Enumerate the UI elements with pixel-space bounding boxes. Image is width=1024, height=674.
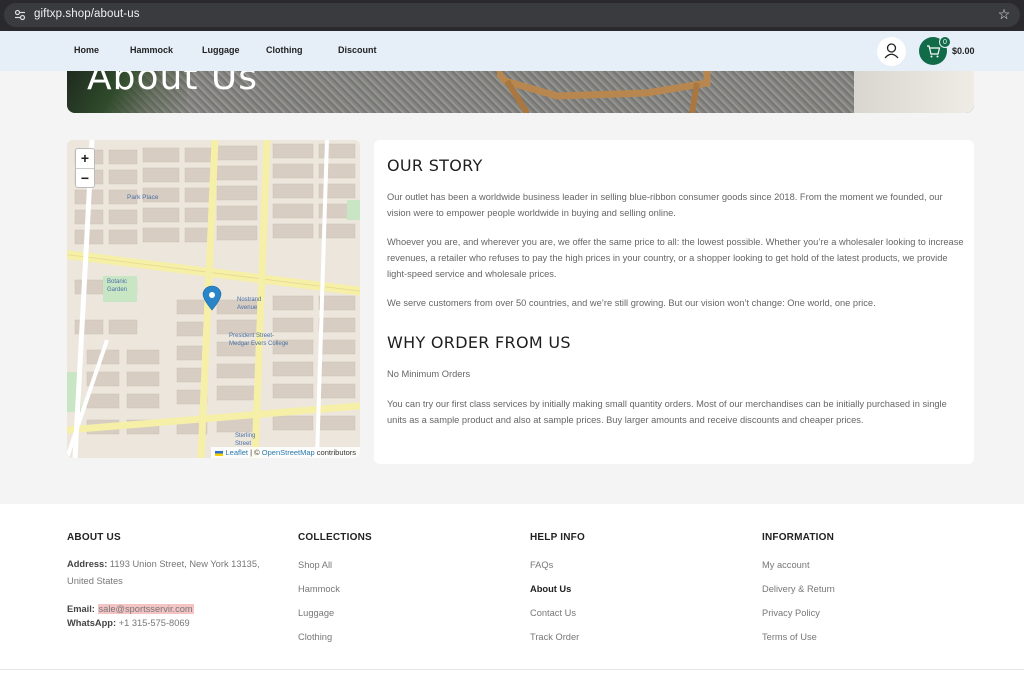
- about-story-card: OUR STORY Our outlet has been a worldwid…: [374, 140, 974, 464]
- footer-help-column: HELP INFO FAQs About Us Contact Us Track…: [530, 532, 585, 642]
- footer-link-my-account[interactable]: My account: [762, 560, 810, 570]
- cart-total[interactable]: $0.00: [952, 46, 975, 56]
- footer-link-clothing[interactable]: Clothing: [298, 632, 332, 642]
- nav-item-discount[interactable]: Discount: [338, 45, 377, 55]
- story-paragraph-2: Whoever you are, and wherever you are, w…: [387, 237, 964, 279]
- map-attribution: Leaflet | © OpenStreetMap contributors: [211, 447, 360, 458]
- whatsapp-value[interactable]: +1 315-575-8069: [116, 618, 190, 628]
- footer-email: Email: sale@sportsservir.com: [67, 602, 277, 616]
- site-footer: ABOUT US Address: 1193 Union Street, New…: [0, 504, 1024, 674]
- map-label: Nostrand Avenue: [237, 297, 262, 311]
- map-label: President Street-Medgar Evers College: [229, 333, 289, 347]
- footer-link-privacy-policy[interactable]: Privacy Policy: [762, 608, 820, 618]
- footer-link-terms-of-use[interactable]: Terms of Use: [762, 632, 817, 642]
- footer-link-shop-all[interactable]: Shop All: [298, 560, 332, 570]
- story-paragraph-3: We serve customers from over 50 countrie…: [387, 298, 876, 308]
- location-map[interactable]: Park Place Botanic Garden Nostrand Avenu…: [67, 140, 360, 458]
- page-title: About Us: [87, 71, 258, 98]
- footer-link-about-us[interactable]: About Us: [530, 584, 571, 594]
- attribution-separator: | ©: [248, 448, 262, 457]
- footer-information-heading: INFORMATION: [762, 532, 835, 543]
- site-settings-icon[interactable]: [14, 9, 26, 21]
- ukraine-flag-icon: [215, 450, 224, 456]
- zoom-out-button[interactable]: −: [76, 168, 94, 187]
- story-paragraph-1: Our outlet has been a worldwide business…: [387, 192, 943, 218]
- user-icon: [884, 43, 899, 59]
- map-tiles[interactable]: [67, 140, 360, 458]
- hero-decor: [854, 71, 974, 113]
- whatsapp-label: WhatsApp:: [67, 618, 117, 628]
- footer-collections-column: COLLECTIONS Shop All Hammock Luggage Clo…: [298, 532, 372, 642]
- leaflet-link[interactable]: Leaflet: [226, 448, 249, 457]
- footer-link-track-order[interactable]: Track Order: [530, 632, 579, 642]
- footer-link-hammock[interactable]: Hammock: [298, 584, 340, 594]
- email-link[interactable]: sale@sportsservir.com: [97, 604, 194, 614]
- main-navigation: Home Hammock Luggage Clothing Discount 0…: [0, 31, 1024, 71]
- footer-link-contact-us[interactable]: Contact Us: [530, 608, 576, 618]
- email-label: Email:: [67, 604, 95, 614]
- map-label: Sterling Street: [235, 433, 256, 447]
- nav-item-home[interactable]: Home: [74, 45, 99, 55]
- address-label: Address:: [67, 559, 108, 569]
- story-paragraph-4: No Minimum Orders: [387, 369, 471, 379]
- footer-link-faqs[interactable]: FAQs: [530, 560, 553, 570]
- footer-about-column: ABOUT US Address: 1193 Union Street, New…: [67, 532, 260, 628]
- nav-item-luggage[interactable]: Luggage: [202, 45, 240, 55]
- footer-collections-heading: COLLECTIONS: [298, 532, 372, 543]
- why-order-heading: WHY ORDER FROM US: [387, 333, 571, 352]
- footer-help-heading: HELP INFO: [530, 532, 585, 543]
- nav-item-clothing[interactable]: Clothing: [266, 45, 303, 55]
- footer-about-heading: ABOUT US: [67, 532, 121, 543]
- cart-count-badge: 0: [939, 36, 951, 48]
- footer-link-delivery-return[interactable]: Delivery & Return: [762, 584, 835, 594]
- footer-whatsapp: WhatsApp: +1 315-575-8069: [67, 616, 277, 630]
- zoom-in-button[interactable]: +: [76, 149, 94, 168]
- account-button[interactable]: [877, 37, 906, 66]
- attribution-tail: contributors: [314, 448, 356, 457]
- our-story-heading: OUR STORY: [387, 156, 483, 175]
- map-label: Park Place: [127, 194, 159, 201]
- bookmark-star-icon[interactable]: ☆: [996, 6, 1012, 22]
- osm-link[interactable]: OpenStreetMap: [262, 448, 315, 457]
- footer-link-luggage[interactable]: Luggage: [298, 608, 334, 618]
- footer-address: Address: 1193 Union Street, New York 131…: [67, 556, 277, 590]
- footer-information-column: INFORMATION My account Delivery & Return…: [762, 532, 835, 642]
- story-paragraph-5: You can try our first class services by …: [387, 399, 947, 425]
- zoom-control: + −: [75, 148, 95, 188]
- url-text[interactable]: giftxp.shop/about-us: [34, 8, 140, 20]
- nav-item-hammock[interactable]: Hammock: [130, 45, 173, 55]
- footer-divider: [0, 669, 1024, 670]
- hero-banner: About Us: [67, 71, 974, 113]
- address-bar[interactable]: giftxp.shop/about-us ☆: [4, 3, 1020, 27]
- hero-chair-image: [497, 71, 711, 113]
- browser-toolbar: giftxp.shop/about-us ☆: [0, 0, 1024, 31]
- map-label: Botanic Garden: [107, 279, 128, 293]
